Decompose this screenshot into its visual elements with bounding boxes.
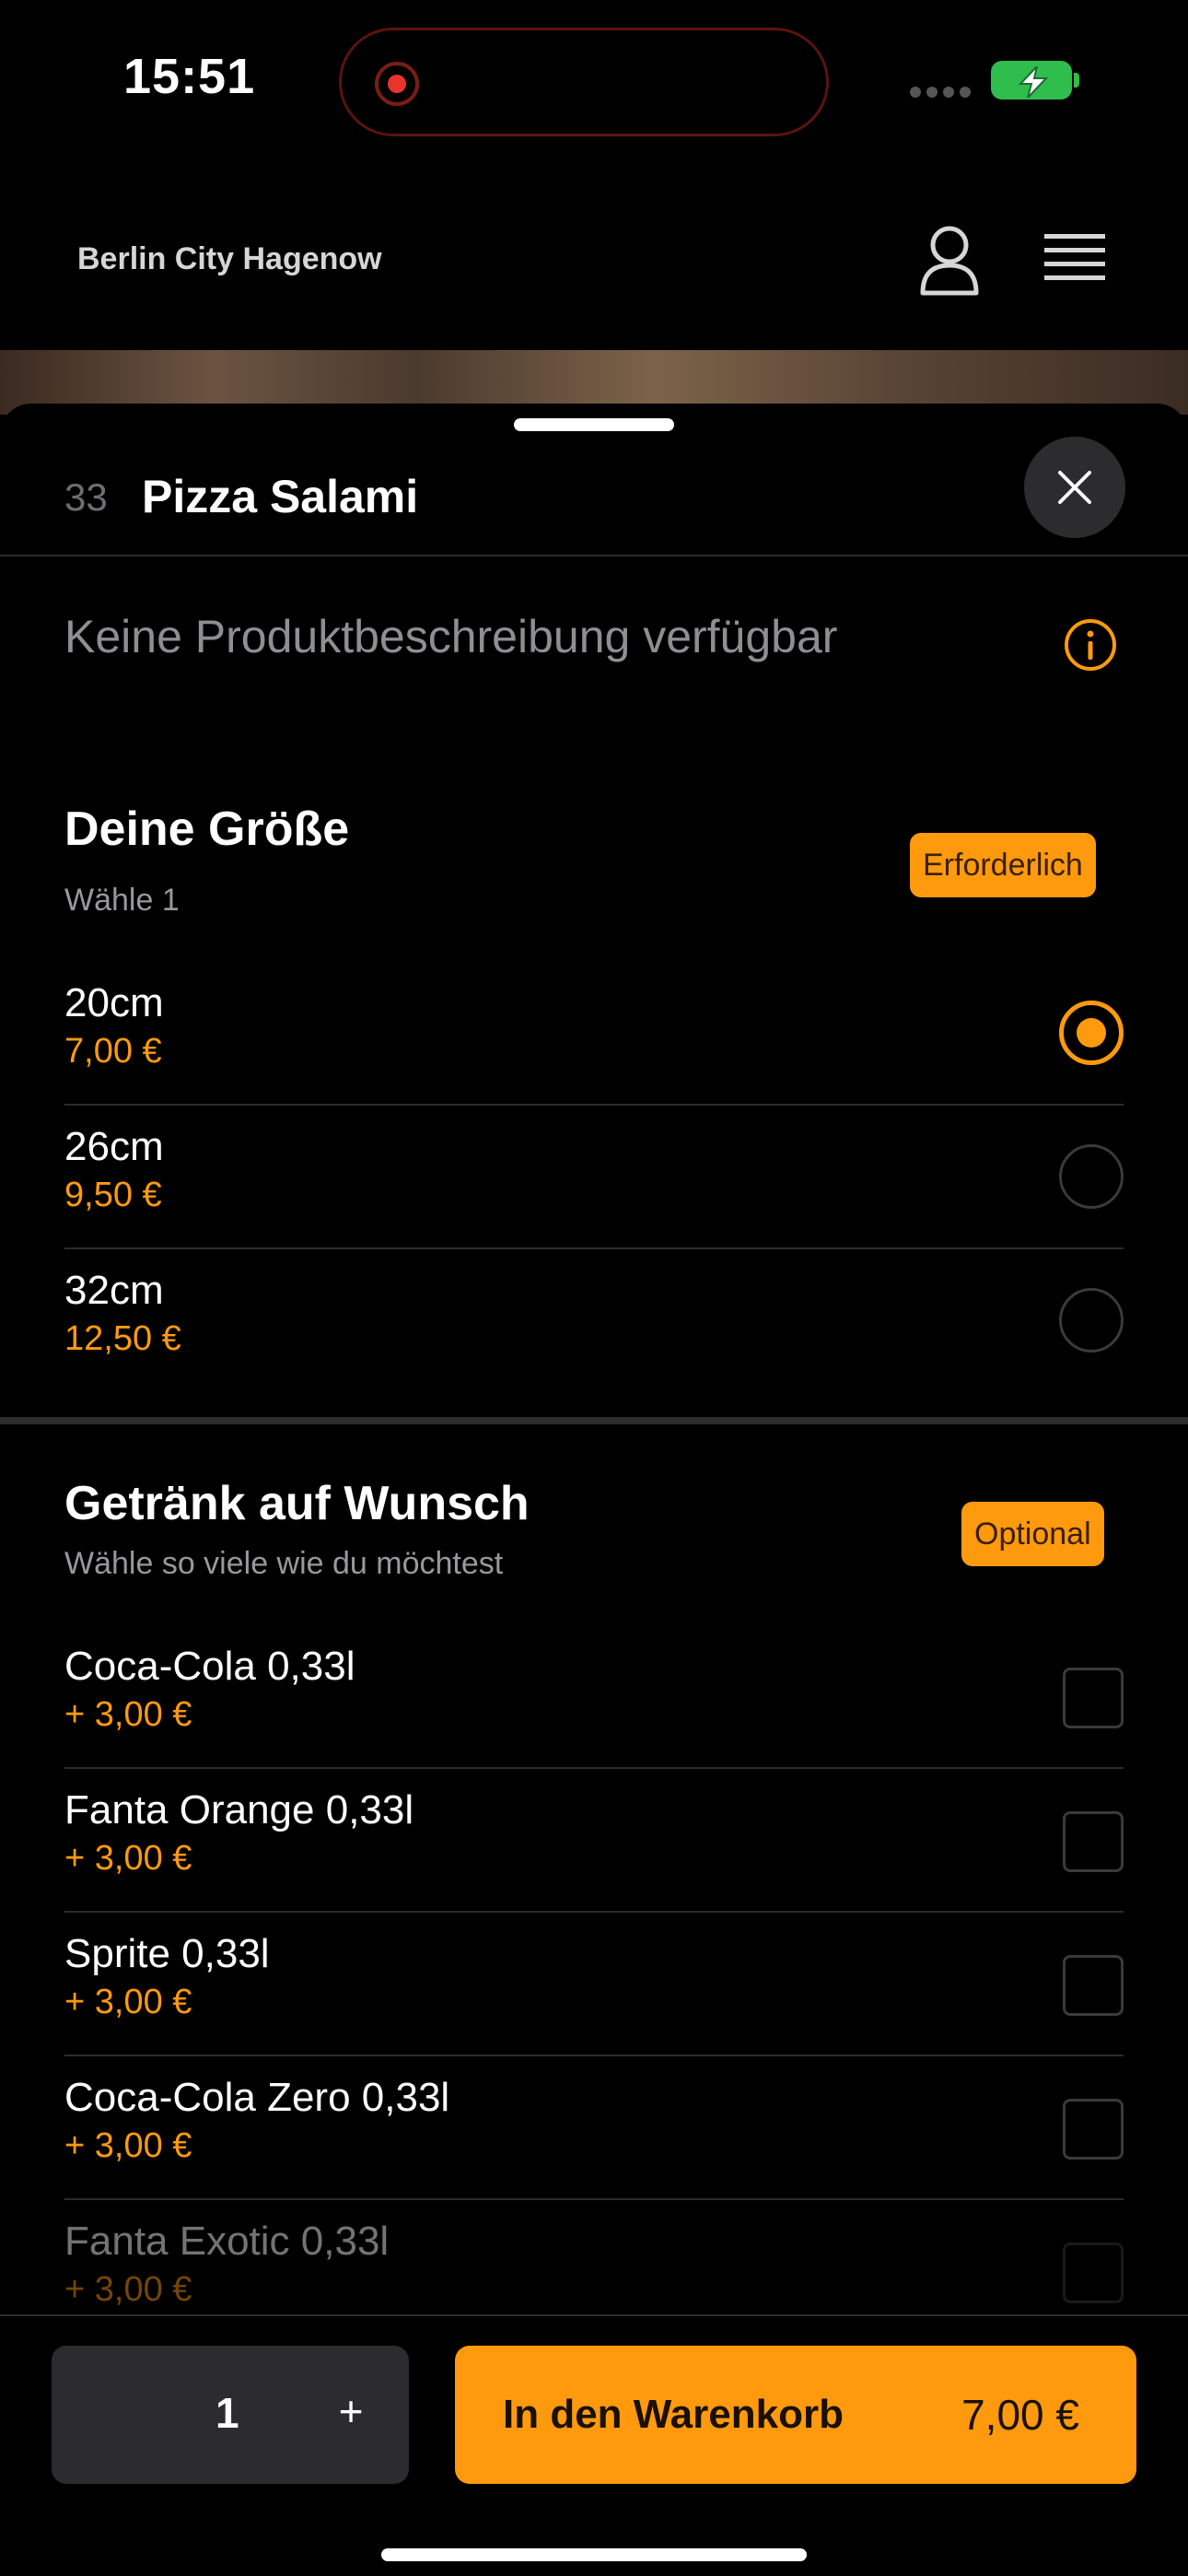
- checkbox[interactable]: [1063, 2099, 1124, 2160]
- option-price: + 3,00 €: [64, 1983, 192, 2021]
- product-description: Keine Produktbeschreibung verfügbar: [64, 611, 838, 662]
- status-time: 15:51: [123, 49, 256, 104]
- hamburger-menu-icon[interactable]: [1041, 230, 1109, 286]
- close-button[interactable]: [1024, 437, 1125, 538]
- size-group-subtitle: Wähle 1: [64, 883, 180, 918]
- option-name: Coca-Cola 0,33l: [64, 1644, 355, 1689]
- option-price: + 3,00 €: [64, 1695, 192, 1734]
- add-to-cart-price: 7,00 €: [961, 2391, 1079, 2439]
- drink-group-title: Getränk auf Wunsch: [64, 1477, 530, 1530]
- checkbox[interactable]: [1063, 2242, 1124, 2303]
- option-name: Coca-Cola Zero 0,33l: [64, 2075, 450, 2120]
- bottom-action-bar: 1 + In den Warenkorb 7,00 €: [0, 2314, 1188, 2576]
- quantity-value: 1: [215, 2389, 239, 2437]
- optional-badge: Optional: [961, 1502, 1104, 1566]
- drink-option-sprite[interactable]: Sprite 0,33l + 3,00 €: [64, 1913, 1124, 2056]
- size-option-26cm[interactable]: 26cm 9,50 €: [64, 1106, 1124, 1249]
- option-price: + 3,00 €: [64, 1839, 192, 1878]
- product-sheet: 33 Pizza Salami Keine Produktbeschreibun…: [0, 404, 1188, 2576]
- option-price: + 3,00 €: [64, 2126, 192, 2165]
- home-indicator[interactable]: [381, 2548, 807, 2561]
- checkbox[interactable]: [1063, 1668, 1124, 1728]
- option-name: Fanta Orange 0,33l: [64, 1787, 414, 1832]
- option-name: Fanta Exotic 0,33l: [64, 2219, 390, 2264]
- checkbox[interactable]: [1063, 1955, 1124, 2016]
- drink-group-subtitle: Wähle so viele wie du möchtest: [64, 1546, 504, 1581]
- option-price: 9,50 €: [64, 1176, 162, 1214]
- size-option-32cm[interactable]: 32cm 12,50 €: [64, 1249, 1124, 1393]
- option-name: 26cm: [64, 1124, 164, 1169]
- restaurant-name: Berlin City Hagenow: [77, 241, 382, 276]
- section-divider: [0, 1417, 1188, 1424]
- drink-option-coca-cola[interactable]: Coca-Cola 0,33l + 3,00 €: [64, 1625, 1124, 1769]
- option-price: 12,50 €: [64, 1319, 181, 1358]
- info-icon[interactable]: [1063, 617, 1118, 673]
- radio-button[interactable]: [1059, 1288, 1124, 1352]
- radio-button[interactable]: [1059, 1144, 1124, 1209]
- option-price: + 3,00 €: [64, 2270, 192, 2309]
- sheet-header: 33 Pizza Salami: [0, 437, 1188, 556]
- sheet-grabber[interactable]: [514, 418, 674, 431]
- signal-icon: [910, 87, 971, 98]
- user-icon[interactable]: [917, 223, 982, 297]
- record-icon: [375, 62, 419, 106]
- battery-cap: [1074, 73, 1079, 88]
- option-name: 20cm: [64, 980, 164, 1025]
- size-option-20cm[interactable]: 20cm 7,00 €: [64, 962, 1124, 1106]
- drink-option-coca-cola-zero[interactable]: Coca-Cola Zero 0,33l + 3,00 €: [64, 2056, 1124, 2200]
- drink-option-fanta-orange[interactable]: Fanta Orange 0,33l + 3,00 €: [64, 1769, 1124, 1913]
- add-to-cart-label: In den Warenkorb: [503, 2392, 844, 2437]
- option-name: 32cm: [64, 1268, 164, 1313]
- required-badge: Erforderlich: [910, 833, 1096, 897]
- option-price: 7,00 €: [64, 1032, 162, 1071]
- app-header: Berlin City Hagenow: [0, 166, 1188, 350]
- increase-quantity-button[interactable]: +: [319, 2379, 383, 2443]
- add-to-cart-button[interactable]: In den Warenkorb 7,00 €: [455, 2346, 1136, 2484]
- size-group-title: Deine Größe: [64, 802, 350, 856]
- close-icon: [1058, 471, 1091, 504]
- option-name: Sprite 0,33l: [64, 1931, 270, 1976]
- quantity-stepper: 1 +: [52, 2346, 409, 2484]
- status-bar: 15:51: [0, 0, 1188, 166]
- radio-button-selected[interactable]: [1059, 1001, 1124, 1065]
- product-title: Pizza Salami: [142, 471, 419, 522]
- dynamic-island: [339, 28, 829, 136]
- battery-charging-icon: [991, 61, 1072, 100]
- product-number: 33: [64, 475, 108, 519]
- checkbox[interactable]: [1063, 1811, 1124, 1872]
